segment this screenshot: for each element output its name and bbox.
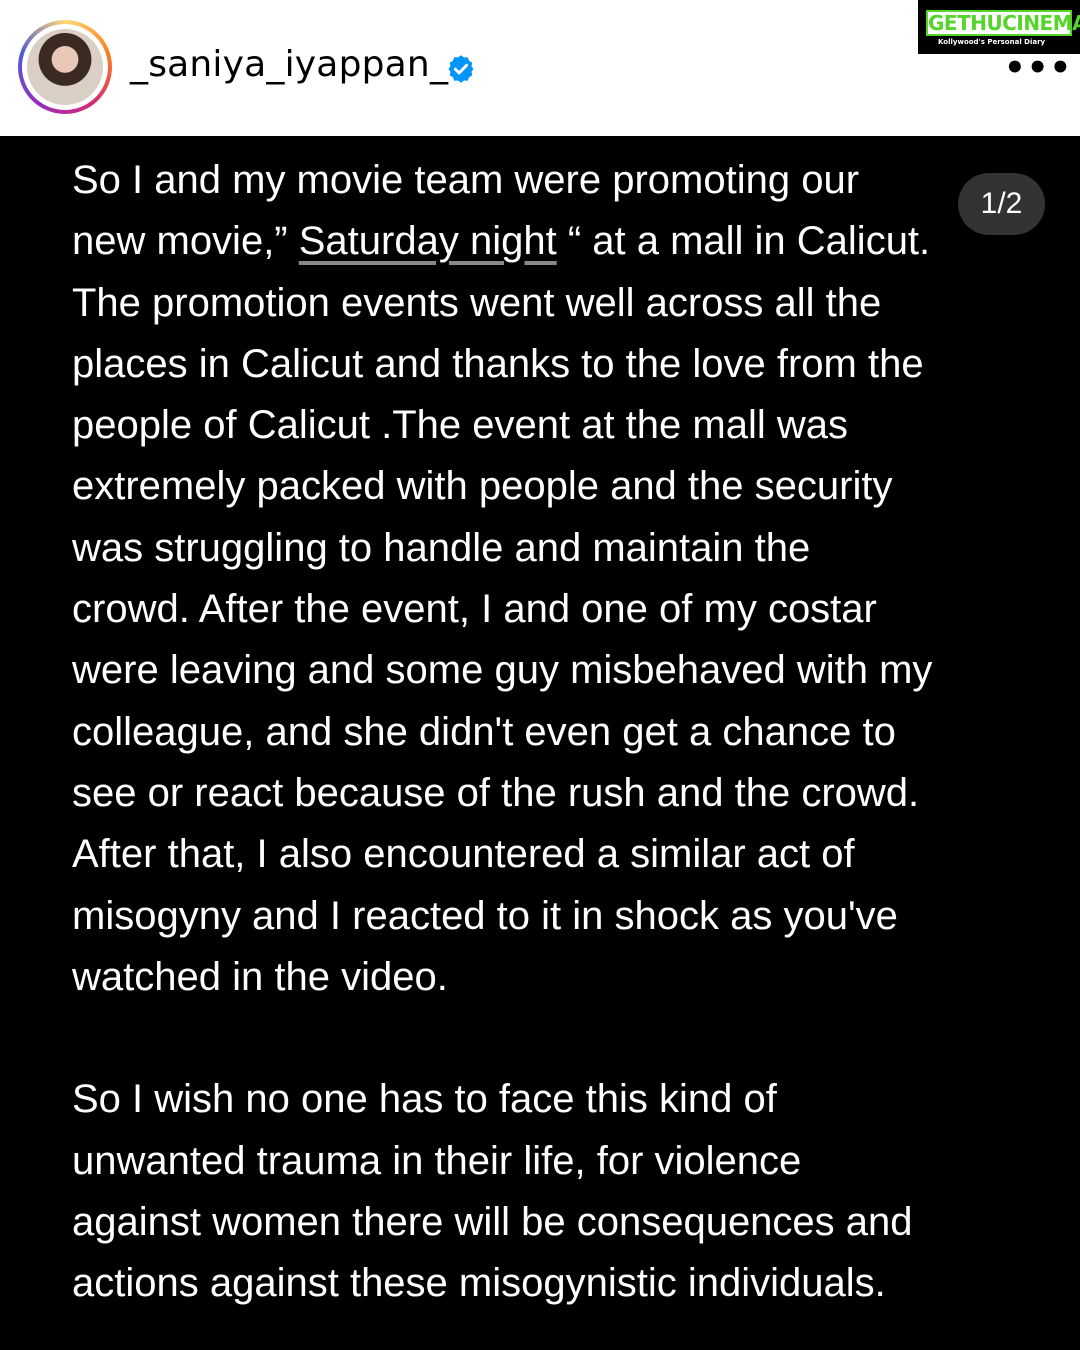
ellipsis-horizontal-icon[interactable]: ••• [1004, 51, 1072, 85]
watermark-title: GETHUCINEMA [926, 10, 1080, 36]
avatar-border [22, 24, 108, 110]
verified-badge-icon [448, 55, 474, 83]
post-paragraph-1: So I and my movie team were promoting ou… [72, 150, 1032, 1008]
text-segment: “ at a mall in Calicut. The promotion ev… [72, 219, 933, 999]
story-ring[interactable] [18, 20, 112, 114]
avatar[interactable] [27, 29, 103, 105]
watermark-logo: GETHUCINEMA Kollywood's Personal Diary [918, 0, 1080, 54]
movie-title-link[interactable]: Saturday night [299, 219, 557, 263]
post-text: So I and my movie team were promoting ou… [72, 150, 1032, 1315]
post-paragraph-2: So I wish no one has to face this kind o… [72, 1077, 913, 1306]
watermark-tagline: Kollywood's Personal Diary [938, 38, 1046, 46]
username-link[interactable]: _saniya_iyappan_ [130, 44, 448, 85]
slide-counter-badge: 1/2 [958, 173, 1045, 235]
